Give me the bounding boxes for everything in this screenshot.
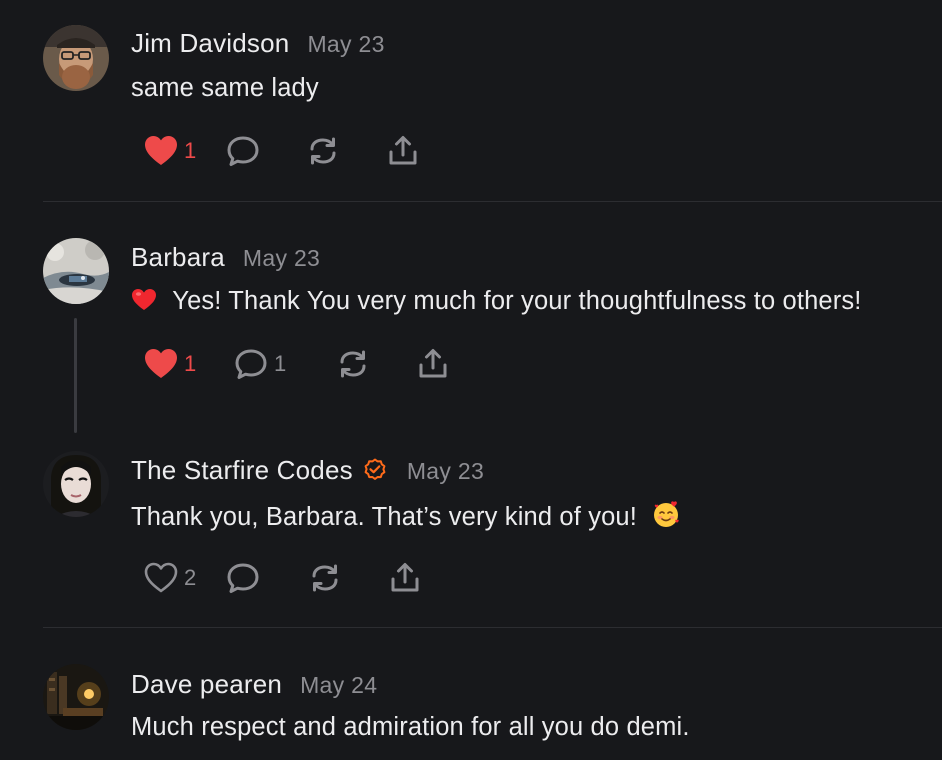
heart-filled-icon (145, 349, 177, 378)
comment-text: same same lady (131, 74, 319, 102)
like-count: 1 (184, 351, 197, 376)
reply-button[interactable]: 1 (234, 346, 336, 382)
share-icon (389, 136, 417, 165)
comment-text-container: Yes! Thank You very much for your though… (131, 287, 862, 319)
share-icon (391, 563, 419, 592)
restack-icon (340, 350, 366, 378)
reply-button[interactable] (226, 133, 306, 169)
like-count: 1 (184, 138, 197, 163)
author-name[interactable]: Jim Davidson (131, 28, 289, 59)
comment-text: Thank you, Barbara. That’s very kind of … (131, 503, 638, 531)
comment-date[interactable]: May 23 (407, 458, 484, 485)
verified-badge-icon (363, 458, 387, 482)
avatar[interactable] (43, 238, 109, 304)
comment-bubble-icon (227, 563, 259, 593)
comment-text-container: Thank you, Barbara. That’s very kind of … (131, 500, 680, 535)
comment-text: Yes! Thank You very much for your though… (172, 287, 862, 315)
avatar[interactable] (43, 451, 109, 517)
avatar-image (43, 238, 109, 304)
comment-bubble-icon (235, 349, 267, 379)
comment-text: Much respect and admiration for all you … (131, 713, 690, 741)
avatar[interactable] (43, 664, 109, 730)
like-button[interactable]: 1 (144, 133, 226, 169)
heart-filled-icon (145, 136, 177, 165)
like-count: 2 (184, 565, 197, 590)
comment-date[interactable]: May 23 (243, 245, 320, 272)
avatar-image (43, 451, 109, 517)
author-name[interactable]: The Starfire Codes (131, 455, 353, 486)
share-button[interactable] (388, 560, 428, 596)
author-name[interactable]: Dave pearen (131, 669, 282, 700)
reply-count: 1 (274, 351, 287, 376)
restack-button[interactable] (336, 346, 416, 382)
author-name[interactable]: Barbara (131, 242, 225, 273)
like-button[interactable]: 2 (144, 560, 226, 596)
comment-actions: 1 (144, 133, 426, 169)
comment-actions: 1 1 (144, 346, 456, 382)
red-heart-icon (131, 288, 157, 319)
comment-divider (43, 201, 942, 202)
share-icon (419, 349, 447, 378)
restack-button[interactable] (306, 133, 386, 169)
comment-bubble-icon (227, 136, 259, 166)
comment-date[interactable]: May 23 (307, 31, 384, 58)
avatar-image (43, 25, 109, 91)
avatar[interactable] (43, 25, 109, 91)
comment-date[interactable]: May 24 (300, 672, 377, 699)
like-button[interactable]: 1 (144, 346, 234, 382)
share-button[interactable] (416, 346, 456, 382)
comment-actions: 2 (144, 560, 428, 596)
restack-icon (310, 137, 336, 165)
smiling-face-with-hearts-icon (652, 500, 680, 535)
restack-icon (312, 564, 338, 592)
comments-feed: Jim Davidson May 23 same same lady 1 Bar… (0, 0, 942, 760)
reply-button[interactable] (226, 560, 308, 596)
comment-divider (43, 627, 942, 628)
avatar-image (43, 664, 109, 730)
share-button[interactable] (386, 133, 426, 169)
restack-button[interactable] (308, 560, 388, 596)
thread-line (74, 318, 77, 433)
heart-outline-icon (144, 562, 178, 593)
